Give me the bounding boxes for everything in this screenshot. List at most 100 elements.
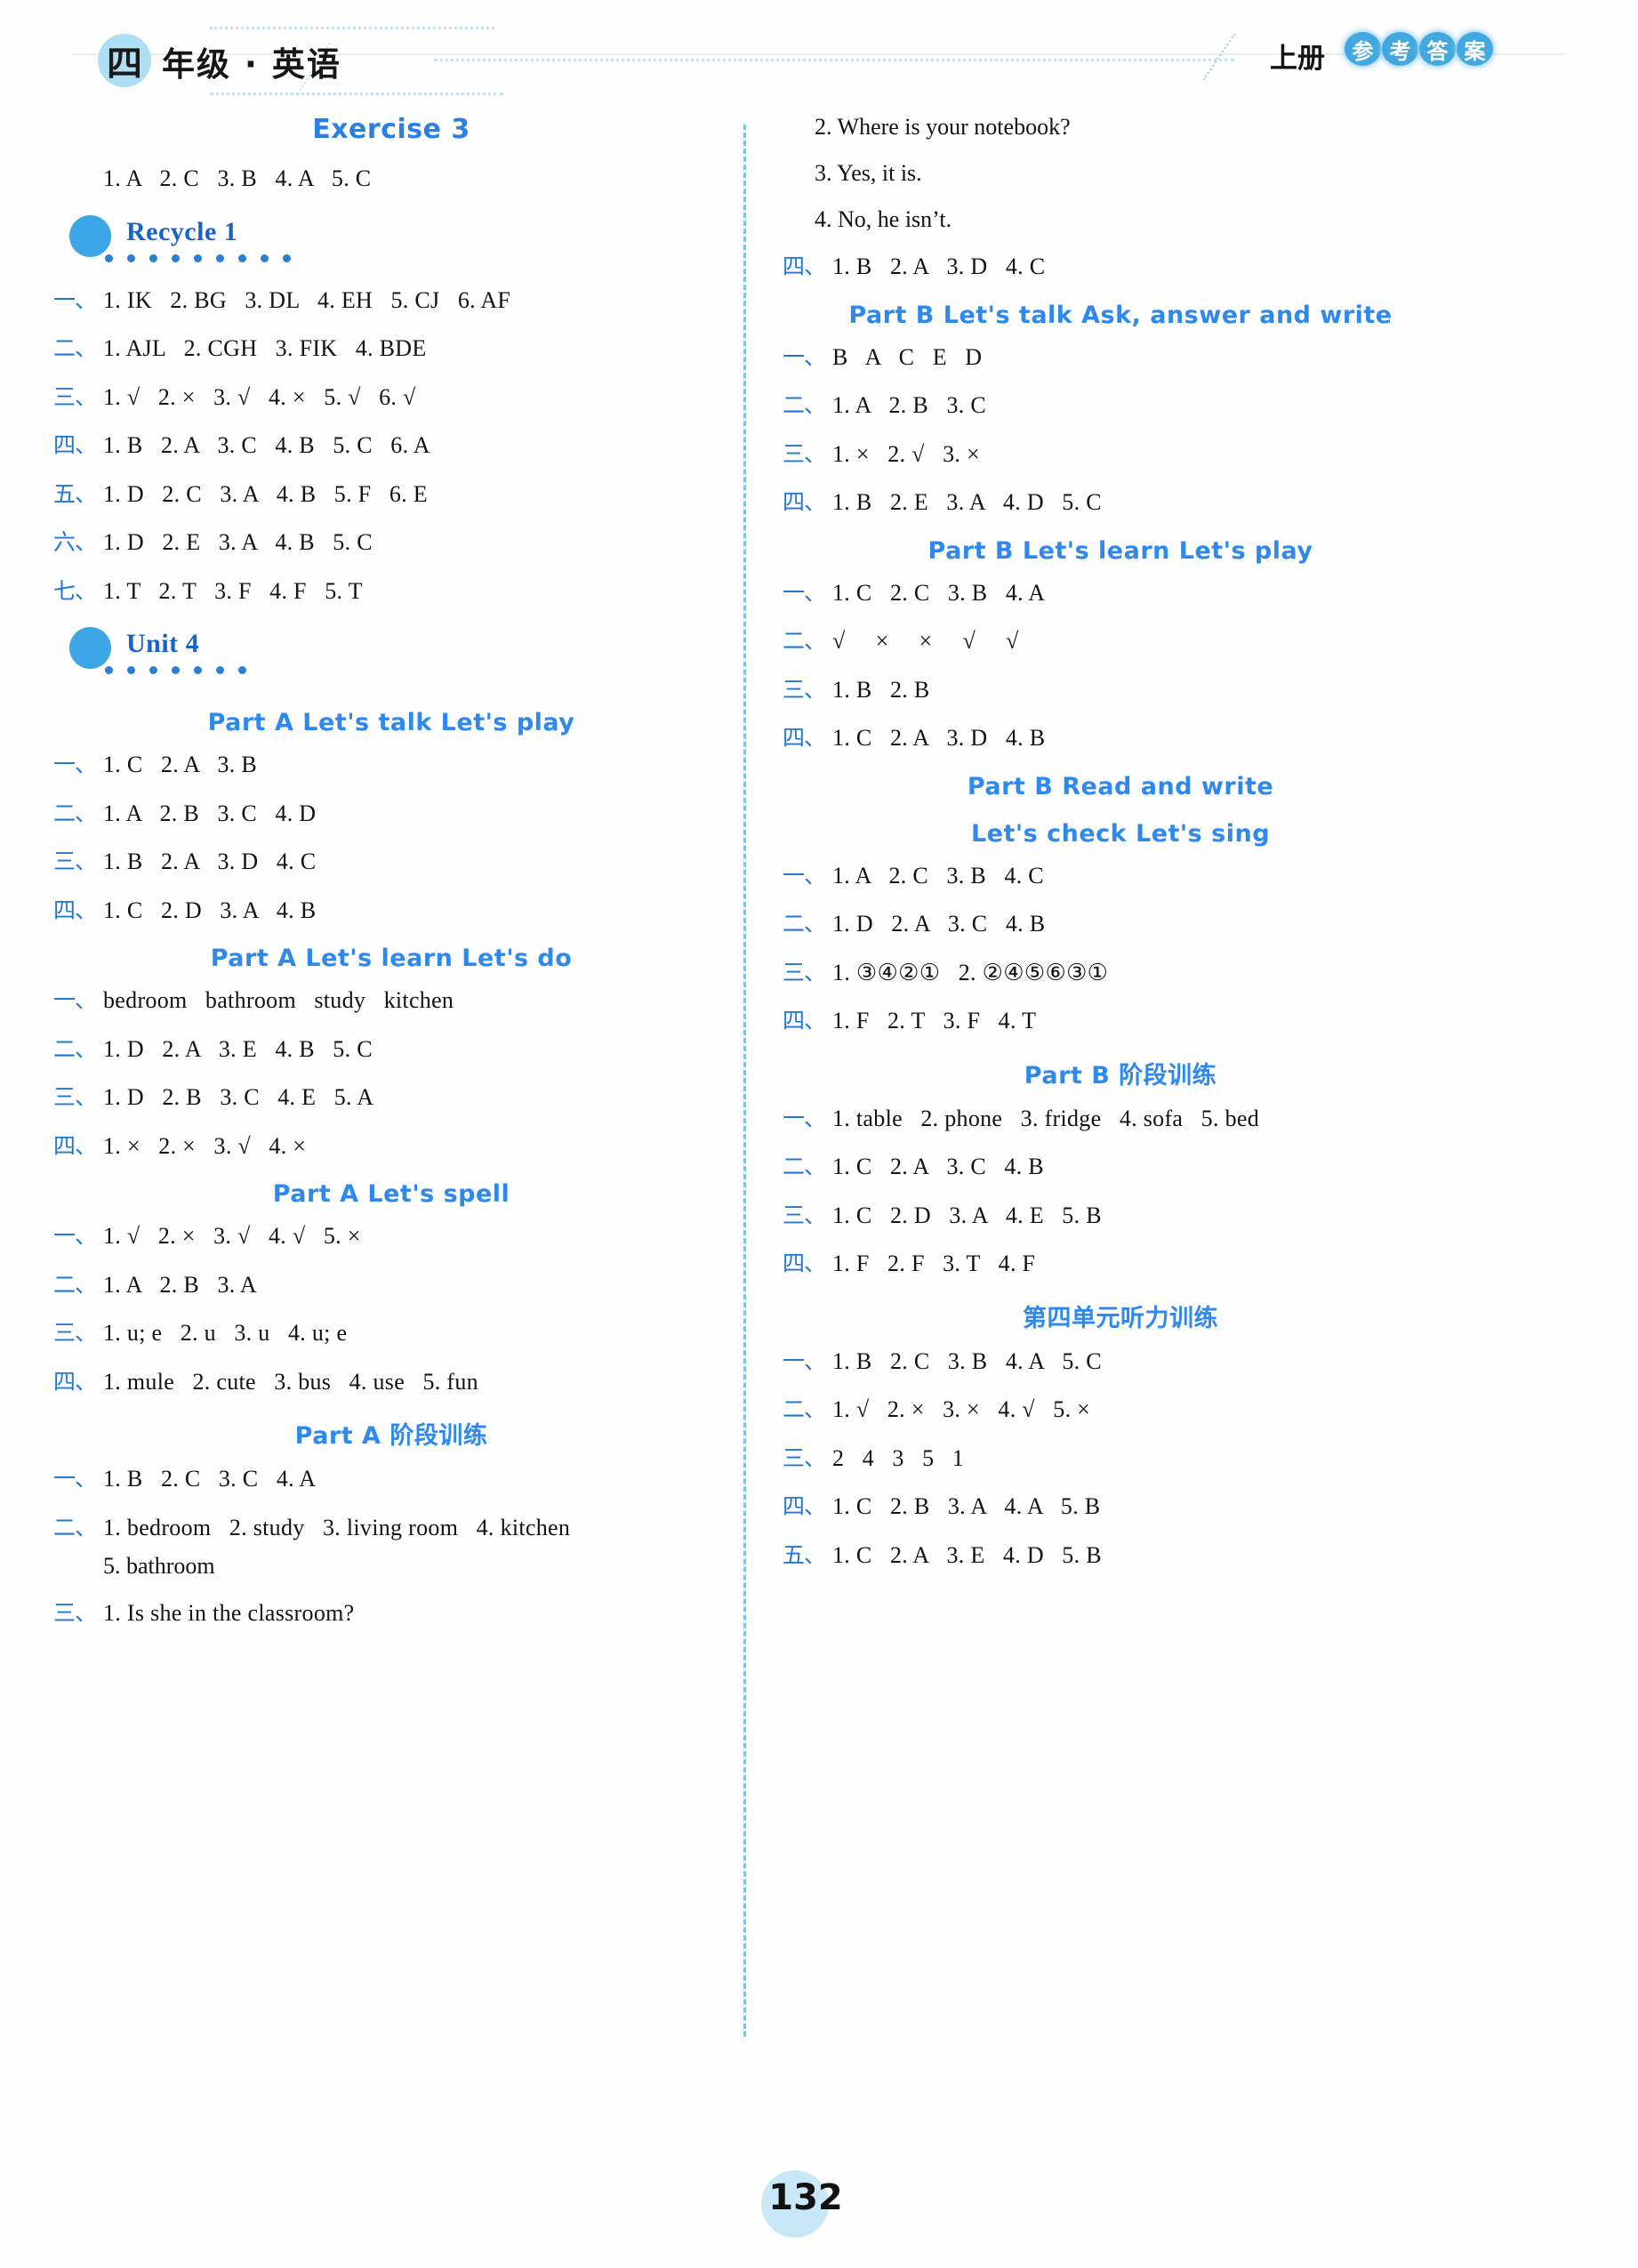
answer-row-number: 五、: [783, 1541, 826, 1568]
answer-row-text: 1. B 2. C 3. B 4. A 5. C: [832, 1347, 1102, 1374]
answer-row-number: 四、: [53, 1132, 97, 1159]
page-header: 四 年级 · 英语 上册 参考答案: [0, 0, 1638, 105]
answer-row-text: 1. bedroom 2. study 3. living room 4. ki…: [103, 1514, 571, 1540]
answer-row: 七、 1. T 2. T 3. F 4. F 5. T: [53, 577, 729, 607]
answer-row-number: 四、: [783, 1251, 826, 1276]
answer-row-number: 三、: [783, 1444, 826, 1471]
part-section-heading: Part B Let's talk Ask, answer and write: [848, 301, 1393, 329]
answer-row: 1. A 2. C 3. B 4. A 5. C: [53, 165, 729, 194]
answer-row-number: 三、: [53, 1084, 97, 1110]
answer-row-text: 2 4 3 5 1: [832, 1444, 965, 1471]
answer-row-text: 1. × 2. √ 3. ×: [832, 440, 980, 467]
answer-row-text: bedroom bathroom study kitchen: [103, 987, 454, 1013]
answer-row-text: 1. B 2. B: [832, 676, 930, 703]
answer-row: 二、 1. bedroom 2. study 3. living room 4. …: [53, 1514, 729, 1543]
answer-row-text: 1. B 2. A 3. D 4. C: [103, 848, 317, 874]
answer-row-number: 一、: [783, 1347, 826, 1374]
header-dotted-line-top: [210, 27, 494, 29]
unit-dot-row-icon: [105, 253, 291, 262]
answer-badge-2: 答: [1419, 32, 1456, 66]
answer-row-number: 二、: [53, 1035, 97, 1062]
answer-row-number: 四、: [783, 1493, 826, 1519]
answer-row: 四、 1. F 2. F 3. T 4. F: [783, 1250, 1458, 1279]
answer-row-text: √ × × √ √: [832, 628, 1019, 654]
answer-row-number: 五、: [53, 480, 97, 507]
answer-row-number: 一、: [783, 343, 826, 370]
answer-row-text: 1. IK 2. BG 3. DL 4. EH 5. CJ 6. AF: [103, 286, 511, 313]
answer-row-number: 二、: [783, 911, 826, 937]
answer-row-text: 1. C 2. A 3. C 4. B: [832, 1154, 1044, 1179]
unit-label: Unit 4: [126, 629, 200, 658]
answer-row: 二、 1. √ 2. × 3. × 4. √ 5. ×: [783, 1395, 1458, 1425]
answer-row: 四、 1. C 2. A 3. D 4. B: [783, 724, 1458, 753]
answer-row: 一、 1. √ 2. × 3. √ 4. √ 5. ×: [53, 1222, 729, 1251]
column-divider: [743, 125, 746, 2037]
answer-row: 二、 √ × × √ √: [783, 627, 1458, 656]
answer-row-number: 四、: [53, 432, 97, 458]
part-section-heading: Let's check Let's sing: [970, 819, 1271, 848]
answer-row-text: 1. B 2. A 3. C 4. B 5. C 6. A: [103, 432, 430, 458]
right-answer-column: 2. Where is your notebook? 3. Yes, it is.…: [783, 114, 1458, 1589]
part-section-heading: Part A Let's spell: [272, 1180, 510, 1208]
answer-row-text: 1. A 2. B 3. C 4. D: [103, 800, 317, 826]
header-dotted-line-right: [434, 59, 1234, 61]
answer-row: 六、 1. D 2. E 3. A 4. B 5. C: [53, 528, 729, 558]
unit-circle-icon: [69, 627, 111, 669]
answer-row: 二、 1. A 2. B 3. C: [783, 391, 1458, 421]
answer-row-number: 二、: [53, 800, 97, 826]
answer-sentence-text: 2. Where is your notebook?: [815, 114, 1071, 140]
answer-row: 三、 1. ③④②① 2. ②④⑤⑥③①: [783, 959, 1458, 988]
answer-row-number: 三、: [783, 959, 826, 985]
answer-row-text: 1. √ 2. × 3. √ 4. √ 5. ×: [103, 1223, 361, 1249]
answer-row: 一、 1. B 2. C 3. B 4. A 5. C: [783, 1347, 1458, 1377]
unit-dot-row-icon: [105, 666, 246, 674]
answer-badge-0: 参: [1345, 32, 1381, 66]
answer-row-number: 四、: [783, 253, 826, 279]
part-section-heading: Part A 阶段训练: [294, 1422, 488, 1450]
answer-row-number: 二、: [783, 1396, 826, 1422]
answer-row-text: 1. mule 2. cute 3. bus 4. use 5. fun: [103, 1368, 478, 1395]
answer-row: 三、 1. D 2. B 3. C 4. E 5. A: [53, 1083, 729, 1113]
answer-row: 二、 1. A 2. B 3. A: [53, 1271, 729, 1300]
answer-row-number: 三、: [783, 1202, 826, 1228]
answer-row-number: 三、: [783, 676, 826, 703]
answer-row: 三、 1. B 2. A 3. D 4. C: [53, 848, 729, 877]
answer-row-number: 三、: [53, 1320, 97, 1346]
answer-row-number: 四、: [783, 725, 826, 751]
answer-row-number: 二、: [53, 1514, 97, 1540]
unit-circle-icon: [69, 214, 111, 257]
answer-row-number: 二、: [53, 335, 97, 361]
answer-row-number: 三、: [783, 440, 826, 467]
answer-row-number: 三、: [53, 383, 97, 410]
answer-row-text: 1. C 2. D 3. A 4. B: [103, 897, 317, 923]
answer-row-text: 1. √ 2. × 3. × 4. √ 5. ×: [832, 1396, 1091, 1422]
answer-row-number: 三、: [53, 1600, 97, 1626]
answer-row: 二、 1. A 2. B 3. C 4. D: [53, 800, 729, 829]
answer-row-number: 一、: [53, 1466, 97, 1492]
answer-row-number: 一、: [53, 752, 97, 777]
answer-row: 一、 1. C 2. C 3. B 4. A: [783, 579, 1458, 608]
page-number-area: 132: [752, 2170, 859, 2240]
answer-row-number: 二、: [783, 628, 826, 654]
answer-row: 三、 1. u; e 2. u 3. u 4. u; e: [53, 1319, 729, 1348]
answer-sentence-text: 3. Yes, it is.: [815, 160, 922, 186]
answer-row-text: 1. ③④②① 2. ②④⑤⑥③①: [832, 959, 1109, 985]
exercise-heading: Exercise 3: [312, 114, 470, 145]
answer-row: 四、 1. B 2. A 3. D 4. C: [783, 253, 1458, 282]
answer-row: 一、 1. table 2. phone 3. fridge 4. sofa 5.…: [783, 1105, 1458, 1134]
answer-row-number: 一、: [53, 987, 97, 1013]
answer-row-text: 1. C 2. A 3. D 4. B: [832, 725, 1046, 751]
answer-row-text: 1. A 2. C 3. B 4. A 5. C: [103, 165, 372, 191]
unit-heading-block: Unit 4: [53, 625, 729, 689]
answer-row: 一、 1. A 2. C 3. B 4. C: [783, 862, 1458, 891]
answer-row-number: 四、: [53, 897, 97, 923]
part-section-heading: Part B 阶段训练: [1024, 1061, 1217, 1090]
answer-badge-1: 考: [1382, 32, 1418, 66]
answer-row-text: 1. u; e 2. u 3. u 4. u; e: [103, 1320, 348, 1346]
answer-sentence-text: 4. No, he isn’t.: [815, 206, 952, 232]
answer-row-number: 二、: [783, 1154, 826, 1179]
answer-row: 一、 1. B 2. C 3. C 4. A: [53, 1465, 729, 1494]
answer-row-number: 三、: [53, 848, 97, 874]
answer-row-text: 1. B 2. A 3. D 4. C: [832, 253, 1046, 279]
answer-row-number: 四、: [53, 1368, 97, 1395]
